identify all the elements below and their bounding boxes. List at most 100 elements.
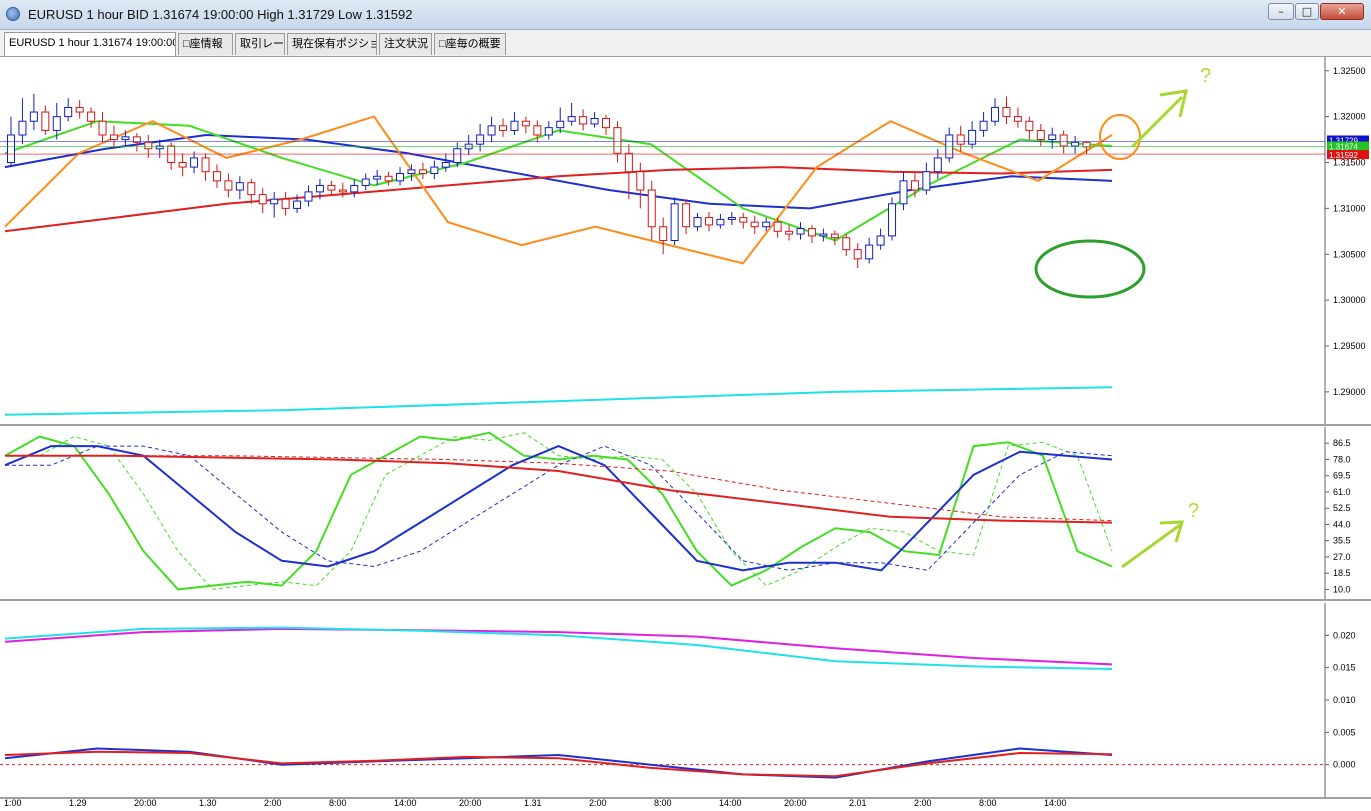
candle-body: [865, 244, 874, 260]
question-mark-annotation: ?: [1188, 500, 1199, 522]
candle-body: [739, 217, 748, 223]
candle-body: [350, 184, 359, 193]
price-axis-tick-label: 1.29500: [1333, 341, 1366, 351]
candle-body: [418, 169, 427, 175]
time-axis-label: 14:00: [394, 798, 417, 808]
stochastic-axis-tick-label: 44.0: [1333, 519, 1351, 529]
candle-body: [510, 120, 519, 131]
stochastic-axis-tick-label: 27.0: [1333, 552, 1351, 562]
candle-body: [499, 125, 508, 131]
candle-body: [899, 180, 908, 205]
candle-body: [624, 152, 633, 173]
time-axis-label: 14:00: [1044, 798, 1067, 808]
candle-body: [888, 203, 897, 237]
candle-body: [235, 182, 244, 191]
close-button[interactable]: ✕: [1320, 3, 1364, 20]
candle-body: [75, 106, 84, 113]
candle-body: [693, 217, 702, 228]
candle-body: [773, 221, 782, 232]
time-axis-label: 2:00: [589, 798, 607, 808]
stochastic-axis-tick-label: 18.5: [1333, 568, 1351, 578]
candle-body: [361, 178, 370, 186]
stochastic-axis-tick-label: 69.5: [1333, 471, 1351, 481]
tab-orders[interactable]: 注文状況: [379, 33, 432, 55]
question-mark-annotation: ?: [1200, 65, 1211, 87]
price-axis-tick-label: 1.30500: [1333, 249, 1366, 259]
candle-body: [842, 237, 851, 251]
stochastic-axis-tick-label: 52.5: [1333, 503, 1351, 513]
candle-body: [876, 235, 885, 246]
candle-body: [327, 184, 336, 191]
candle-body: [750, 221, 759, 228]
candle-body: [441, 162, 450, 168]
tab-rates[interactable]: 取引レート: [235, 33, 285, 55]
candle-body: [258, 194, 267, 205]
candle-body: [727, 217, 736, 220]
candle-body: [785, 230, 794, 235]
price-axis-tick-label: 1.29000: [1333, 387, 1366, 397]
stochastic-axis-tick-label: 35.5: [1333, 536, 1351, 546]
candle-body: [212, 171, 221, 182]
time-axis-label: 20:00: [784, 798, 807, 808]
time-axis-label: 14:00: [719, 798, 742, 808]
candle-body: [533, 125, 542, 136]
candle-body: [601, 117, 610, 129]
window-titlebar: EURUSD 1 hour BID 1.31674 19:00:00 High …: [0, 0, 1371, 30]
candle-body: [476, 134, 485, 145]
candle-body: [270, 198, 279, 205]
stochastic-axis-tick-label: 78.0: [1333, 454, 1351, 464]
candle-body: [796, 228, 805, 235]
candle-body: [1048, 134, 1057, 141]
chart-canvas[interactable]: 1.325001.320001.315001.310001.305001.300…: [0, 57, 1371, 811]
volatility-axis-tick-label: 0.015: [1333, 663, 1356, 673]
candle-body: [956, 134, 965, 145]
volatility-axis-tick-label: 0.005: [1333, 727, 1356, 737]
candle-body: [178, 162, 187, 168]
price-axis-tick-label: 1.31000: [1333, 203, 1366, 213]
candle-body: [670, 203, 679, 242]
candle-body: [1071, 141, 1080, 147]
maximize-button[interactable]: □: [1295, 3, 1319, 20]
candle-body: [201, 157, 210, 173]
price-axis-tick-label: 1.32000: [1333, 112, 1366, 122]
candle-body: [991, 106, 1000, 122]
candle-body: [190, 157, 199, 168]
tab-account-info[interactable]: □座情報: [178, 33, 233, 55]
chart-tab-bar: EURUSD 1 hour 1.31674 19:00:00 □座情報 取引レー…: [0, 30, 1371, 57]
tab-positions[interactable]: 現在保有ポジション: [287, 33, 377, 55]
candle-body: [1036, 129, 1045, 141]
price-marker-label: 1.31592: [1329, 151, 1358, 160]
candle-body: [373, 175, 382, 180]
candle-body: [933, 157, 942, 173]
candle-body: [819, 233, 828, 237]
stochastic-axis-tick-label: 61.0: [1333, 487, 1351, 497]
time-axis-label: 2.01: [849, 798, 867, 808]
tab-chart[interactable]: EURUSD 1 hour 1.31674 19:00:00: [4, 32, 176, 56]
candle-body: [98, 120, 107, 136]
candle-body: [121, 136, 130, 141]
candle-body: [109, 134, 118, 141]
candle-body: [407, 169, 416, 175]
candle-body: [659, 226, 668, 242]
candle-body: [647, 189, 656, 228]
time-axis-label: 20:00: [459, 798, 482, 808]
volatility-axis-tick-label: 0.020: [1333, 630, 1356, 640]
candle-body: [144, 141, 153, 150]
candle-body: [293, 200, 302, 209]
tab-account-summary[interactable]: □座毎の概要: [434, 33, 506, 55]
candle-body: [567, 116, 576, 122]
candle-body: [430, 166, 439, 175]
time-axis-label: 20:00: [134, 798, 157, 808]
stochastic-panel: 86.5 78.0 69.5 61.0 52.5 44.0 35.5 27.0 18.5 10.0: [0, 427, 1371, 601]
stochastic-panel-background: [0, 427, 1371, 599]
time-axis-label: 2:00: [264, 798, 282, 808]
candle-body: [704, 217, 713, 226]
candle-body: [613, 127, 622, 154]
candle-body: [41, 111, 50, 131]
candle-body: [1025, 120, 1034, 131]
minimize-button[interactable]: –: [1268, 3, 1294, 20]
candle-body: [1082, 141, 1091, 148]
time-axis-label: 8:00: [654, 798, 672, 808]
time-axis-label: 1.31: [524, 798, 542, 808]
candle-body: [247, 182, 256, 196]
